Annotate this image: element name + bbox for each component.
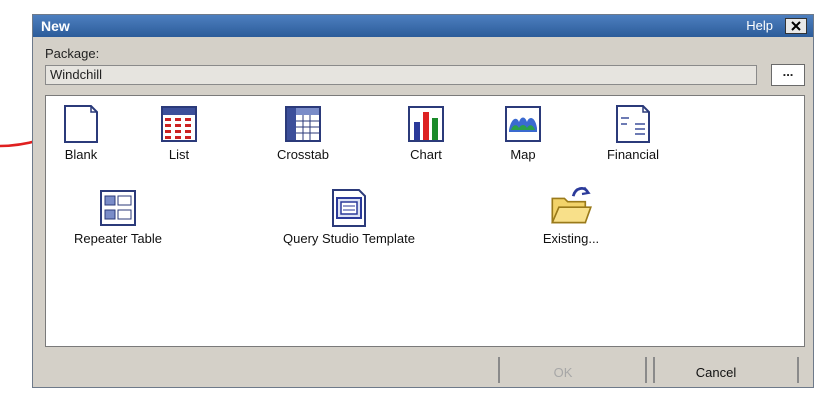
template-existing[interactable]: Existing...: [526, 182, 616, 246]
help-link[interactable]: Help: [746, 18, 773, 33]
repeater-table-icon: [100, 190, 136, 226]
template-label: Crosstab: [276, 147, 330, 162]
template-label: List: [168, 147, 190, 162]
package-browse-button[interactable]: ...: [771, 64, 805, 86]
crosstab-report-icon: [285, 106, 321, 142]
package-label: Package:: [45, 46, 100, 61]
open-folder-icon: [551, 186, 592, 224]
ok-button[interactable]: OK: [533, 365, 593, 380]
footer-divider: [653, 357, 655, 383]
map-report-icon: [505, 106, 541, 142]
dialog-titlebar: New Help: [33, 15, 813, 37]
close-button[interactable]: [785, 18, 807, 34]
chart-report-icon: [408, 106, 444, 142]
dialog-title: New: [41, 18, 70, 34]
template-repeater-table[interactable]: Repeater Table: [58, 188, 178, 246]
query-studio-template-icon: [332, 189, 366, 227]
template-map[interactable]: Map: [498, 104, 548, 162]
template-label: Repeater Table: [74, 231, 162, 246]
new-dialog: New Help Package: Windchill ... Blank Li…: [32, 14, 814, 388]
footer-divider: [645, 357, 647, 383]
template-list[interactable]: List: [154, 104, 204, 162]
template-panel: Blank List Crosstab Chart Map Financial …: [45, 95, 805, 347]
template-blank[interactable]: Blank: [56, 104, 106, 162]
template-label: Financial: [606, 147, 660, 162]
footer-divider: [498, 357, 500, 383]
package-field[interactable]: Windchill: [45, 65, 757, 85]
template-financial[interactable]: Financial: [598, 104, 668, 162]
list-report-icon: [161, 106, 197, 142]
template-label: Chart: [410, 147, 442, 162]
template-label: Existing...: [542, 231, 600, 246]
template-chart[interactable]: Chart: [396, 104, 456, 162]
footer-divider: [797, 357, 799, 383]
template-query-studio[interactable]: Query Studio Template: [264, 188, 434, 246]
financial-report-icon: [616, 105, 650, 143]
template-label: Query Studio Template: [283, 231, 415, 246]
cancel-button[interactable]: Cancel: [681, 365, 751, 380]
template-label: Blank: [64, 147, 98, 162]
template-crosstab[interactable]: Crosstab: [268, 104, 338, 162]
template-label: Map: [510, 147, 536, 162]
close-icon: [791, 21, 801, 31]
blank-report-icon: [64, 105, 98, 143]
